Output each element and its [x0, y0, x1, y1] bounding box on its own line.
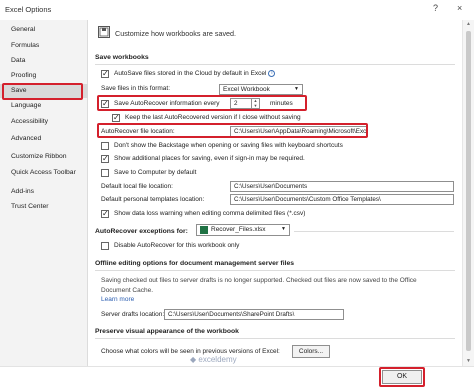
autosave-cloud-label: AutoSave files stored in the Cloud by de…	[114, 69, 276, 79]
vertical-scrollbar[interactable]: ▲ ▼	[462, 20, 474, 366]
excel-file-icon	[200, 226, 208, 234]
server-drafts-input[interactable]: C:\Users\User\Documents\SharePoint Draft…	[164, 309, 344, 320]
learn-more-link[interactable]: Learn more	[101, 296, 134, 303]
section-divider	[95, 270, 455, 271]
scroll-up-icon[interactable]: ▲	[463, 20, 474, 29]
sidebar-item-data[interactable]: Data	[0, 54, 88, 68]
watermark-logo: ◆ exceldemy	[190, 355, 237, 364]
server-drafts-label: Server drafts location:	[101, 311, 165, 318]
save-highlight-box	[2, 83, 83, 100]
offline-editing-text: Saving checked out files to server draft…	[101, 277, 417, 294]
disable-autorecover-row: Disable AutoRecover for this workbook on…	[101, 241, 321, 251]
scroll-thumb[interactable]	[466, 31, 471, 351]
chevron-down-icon: ▼	[294, 86, 299, 92]
show-data-loss-checkbox[interactable]	[101, 209, 109, 219]
sidebar-item-advanced[interactable]: Advanced	[0, 132, 88, 146]
exceptions-workbook-value: Recover_Files.xlsx	[211, 226, 266, 233]
ok-highlight-box	[379, 367, 425, 387]
save-format-value: Excel Workbook	[223, 86, 270, 93]
default-templates-label: Default personal templates location:	[101, 196, 205, 203]
sidebar-item-proofing[interactable]: Proofing	[0, 69, 88, 83]
show-data-loss-row: Show data loss warning when editing comm…	[101, 209, 441, 219]
show-additional-places-label: Show additional places for saving, even …	[114, 155, 305, 162]
keep-last-checkbox[interactable]	[112, 113, 120, 123]
page-heading: Customize how workbooks are saved.	[115, 29, 237, 38]
show-additional-places-row: Show additional places for saving, even …	[101, 154, 441, 164]
default-local-input[interactable]: C:\Users\User\Documents	[230, 181, 454, 192]
default-local-label: Default local file location:	[101, 183, 173, 190]
save-to-computer-label: Save to Computer by default	[114, 169, 197, 176]
info-icon: i	[268, 69, 276, 77]
section-divider	[95, 64, 455, 65]
sidebar-item-accessibility[interactable]: Accessibility	[0, 115, 88, 129]
sidebar-item-general[interactable]: General	[0, 23, 88, 37]
chevron-down-icon: ▼	[281, 226, 286, 232]
scroll-down-icon[interactable]: ▼	[463, 357, 474, 366]
watermark-icon: ◆	[190, 355, 197, 364]
sidebar-item-customize-ribbon[interactable]: Customize Ribbon	[0, 150, 88, 164]
offline-editing-title: Offline editing options for document man…	[95, 260, 295, 267]
disable-autorecover-checkbox[interactable]	[101, 242, 109, 250]
sidebar-item-add-ins[interactable]: Add-ins	[0, 185, 88, 199]
dont-show-backstage-row: Don't show the Backstage when opening or…	[101, 141, 441, 151]
keep-last-label: Keep the last AutoRecovered version if I…	[125, 114, 301, 121]
autorecover-every-highlight	[97, 95, 307, 111]
save-workbooks-title: Save workbooks	[95, 54, 149, 61]
main-panel: Customize how workbooks are saved. Save …	[89, 20, 462, 366]
save-to-computer-row: Save to Computer by default	[101, 168, 301, 178]
format-label: Save files in this format:	[101, 85, 170, 92]
disable-autorecover-label: Disable AutoRecover for this workbook on…	[114, 242, 240, 249]
autosave-cloud-checkbox[interactable]	[101, 69, 109, 79]
show-additional-places-checkbox[interactable]	[101, 154, 109, 164]
autorecover-location-highlight	[97, 123, 368, 138]
sidebar: General Formulas Data Proofing Save Lang…	[0, 20, 88, 387]
show-data-loss-label: Show data loss warning when editing comm…	[114, 210, 306, 217]
sidebar-item-quick-access-toolbar[interactable]: Quick Access Toolbar	[0, 166, 88, 180]
sidebar-item-formulas[interactable]: Formulas	[0, 39, 88, 53]
window-title: Excel Options	[5, 5, 52, 14]
section-divider	[294, 231, 454, 232]
save-to-computer-checkbox[interactable]	[101, 169, 109, 177]
autosave-cloud-row: AutoSave files stored in the Cloud by de…	[101, 69, 431, 79]
keep-last-row: Keep the last AutoRecovered version if I…	[112, 113, 442, 123]
default-templates-input[interactable]: C:\Users\User\Documents\Custom Office Te…	[230, 194, 454, 205]
sidebar-item-trust-center[interactable]: Trust Center	[0, 200, 88, 214]
help-button[interactable]: ?	[433, 3, 438, 13]
title-bar: Excel Options ? ×	[0, 0, 474, 20]
autorecover-exceptions-label: AutoRecover exceptions for:	[95, 228, 188, 235]
dont-show-backstage-label: Don't show the Backstage when opening or…	[114, 142, 343, 149]
save-icon	[98, 26, 110, 38]
save-format-select[interactable]: Excel Workbook ▼	[219, 84, 303, 95]
dont-show-backstage-checkbox[interactable]	[101, 142, 109, 150]
section-divider	[95, 338, 455, 339]
exceptions-workbook-select[interactable]: Recover_Files.xlsx ▼	[196, 224, 290, 236]
colors-button[interactable]: Colors...	[292, 345, 330, 358]
close-button[interactable]: ×	[457, 3, 462, 13]
sidebar-item-language[interactable]: Language	[0, 99, 88, 113]
preserve-appearance-title: Preserve visual appearance of the workbo…	[95, 328, 239, 335]
watermark-text: exceldemy	[198, 355, 237, 364]
